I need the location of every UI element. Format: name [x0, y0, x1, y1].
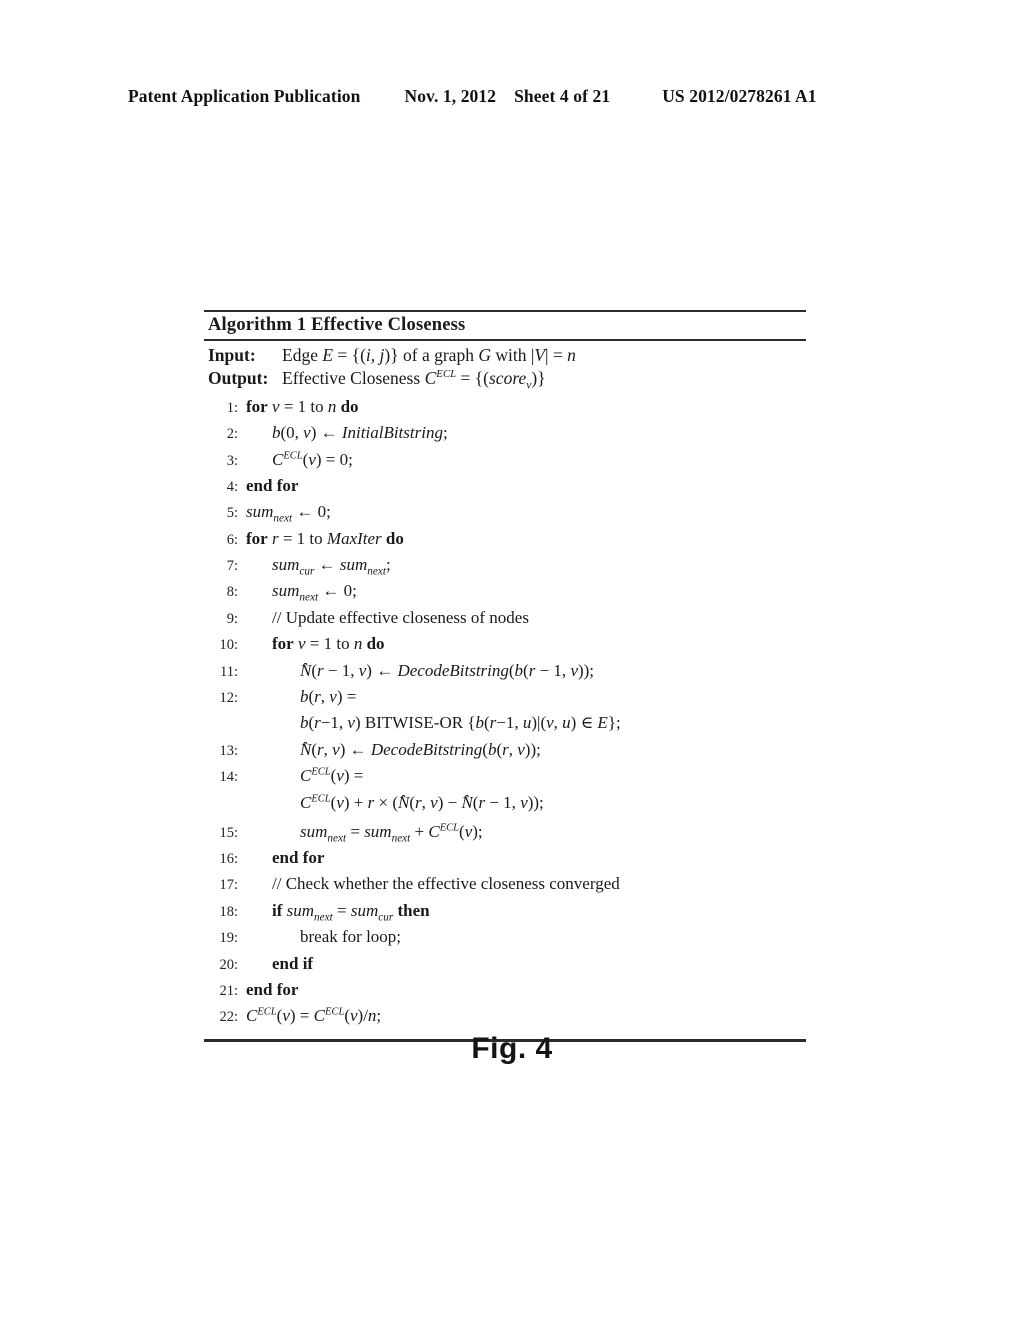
algorithm-step-2: 2 b(0, v) ← InitialBitstring;: [204, 424, 806, 450]
algorithm-output-line: Output: Effective Closeness CECL = {(scor…: [208, 367, 806, 394]
algorithm-step-10: 10 for v = 1 to n do: [204, 635, 806, 661]
algorithm-input-label: Input:: [208, 344, 256, 365]
line-code: for r = 1 to MaxIter do: [246, 528, 404, 548]
algorithm-step-12: 12 b(r, v) =: [204, 688, 806, 714]
algorithm-step-20: 20 end if: [204, 955, 806, 981]
line-number: 6: [204, 533, 243, 548]
line-code: end for: [272, 847, 325, 867]
line-code: for v = 1 to n do: [246, 396, 359, 416]
line-code: sumcur ← sumnext;: [272, 555, 391, 578]
line-code: b(0, v) ← InitialBitstring;: [272, 423, 448, 443]
line-number: 16: [204, 852, 243, 867]
line-number: 22: [204, 1010, 243, 1025]
algorithm-step-16: 16 end for: [204, 849, 806, 875]
line-code: N(r, v) ← DecodeBitstring(b(r, v));: [243, 741, 806, 758]
line-number: 17: [204, 878, 243, 893]
line-code: b(r−1, v) BITWISE-OR {b(r−1, u)|(v, u) ∈…: [300, 713, 621, 733]
algorithm-step-15: 15 sumnext = sumnext + CECL(v);: [204, 821, 806, 849]
header-publication-label: Patent Application Publication: [128, 86, 361, 106]
algorithm-step-14-continuation: CECL(v) + r × (N(r, v) − N(r − 1, v));: [204, 793, 806, 823]
algorithm-title: Algorithm 1 Effective Closeness: [204, 312, 806, 339]
algorithm-step-7: 7 sumcur ← sumnext;: [204, 556, 806, 582]
line-code: CECL(v) =: [300, 766, 364, 786]
line-code: N(r − 1, v) ← DecodeBitstring(b(r − 1, v…: [243, 662, 806, 679]
header-sheet-number: Sheet 4 of 21: [514, 86, 611, 106]
line-code: CECL(v) = CECL(v)/n;: [246, 1006, 382, 1026]
line-code: // Update effective closeness of nodes: [272, 607, 529, 627]
line-number: 21: [204, 984, 243, 999]
line-number: 8: [204, 585, 243, 600]
algorithm-step-1: 1 for v = 1 to n do: [204, 398, 806, 424]
algorithm-step-12-continuation: b(r−1, v) BITWISE-OR {b(r−1, u)|(v, u) ∈…: [204, 714, 806, 740]
line-number: 10: [204, 638, 243, 653]
line-number: 12: [204, 691, 243, 706]
line-number: 14: [204, 770, 243, 785]
line-number: 2: [204, 427, 243, 442]
header-date: Nov. 1, 2012: [404, 86, 497, 106]
line-code: sumnext ← 0;: [246, 502, 331, 525]
algorithm-output-label: Output:: [208, 368, 269, 388]
algorithm-block: Algorithm 1 Effective Closeness Input: Ed…: [204, 310, 806, 1042]
line-number: 4: [204, 480, 243, 495]
line-code: sumnext ← 0;: [272, 581, 357, 604]
algorithm-step-6: 6 for r = 1 to MaxIter do: [204, 530, 806, 556]
line-code: CECL(v) = 0;: [272, 449, 353, 469]
algorithm-step-13: 13 N(r, v) ← DecodeBitstring(b(r, v));: [204, 741, 806, 767]
line-number: 15: [204, 826, 243, 841]
algorithm-step-19: 19 break for loop;: [204, 928, 806, 954]
algorithm-step-3: 3 CECL(v) = 0;: [204, 449, 806, 477]
line-number: 7: [204, 559, 243, 574]
line-code: break for loop;: [300, 927, 402, 947]
algorithm-step-14: 14 CECL(v) =: [204, 767, 806, 793]
algorithm-output-text: Effective Closeness CECL = {(scorev)}: [282, 368, 546, 392]
algorithm-step-8: 8 sumnext ← 0;: [204, 582, 806, 608]
line-number: 1: [204, 401, 243, 416]
line-number: 11: [204, 665, 243, 680]
figure-caption: Fig. 4: [471, 1032, 553, 1065]
line-number: 13: [204, 744, 243, 759]
line-code: CECL(v) + r × (N(r, v) − N(r − 1, v));: [243, 793, 806, 810]
line-number: 9: [204, 612, 243, 627]
line-code: sumnext = sumnext + CECL(v);: [300, 821, 483, 844]
algorithm-step-17: 17 // Check whether the effective closen…: [204, 875, 806, 901]
line-code: // Check whether the effective closeness…: [272, 874, 620, 894]
page-header: Patent Application Publication Nov. 1, 2…: [128, 86, 896, 112]
algorithm-step-11: 11 N(r − 1, v) ← DecodeBitstring(b(r − 1…: [204, 662, 806, 688]
line-number: 19: [204, 931, 243, 946]
line-code: end for: [246, 475, 299, 495]
algorithm-title-name: Effective Closeness: [311, 315, 466, 336]
line-code: end for: [246, 979, 299, 999]
algorithm-step-9: 9 // Update effective closeness of nodes: [204, 609, 806, 635]
line-number: 20: [204, 958, 243, 973]
algorithm-title-label: Algorithm 1: [208, 315, 307, 336]
line-code: end if: [272, 953, 314, 973]
algorithm-step-5: 5 sumnext ← 0;: [204, 503, 806, 529]
algorithm-step-21: 21 end for: [204, 981, 806, 1007]
line-code: for v = 1 to n do: [272, 634, 385, 654]
line-code: b(r, v) =: [300, 687, 357, 707]
algorithm-step-18: 18 if sumnext = sumcur then: [204, 902, 806, 928]
algorithm-input-line: Input: Edge E = {(i, j)} of a graph G wit…: [208, 344, 806, 367]
line-number: 5: [204, 506, 243, 521]
algorithm-step-4: 4 end for: [204, 477, 806, 503]
line-number: 18: [204, 905, 243, 920]
algorithm-input-text: Edge E = {(i, j)} of a graph G with |V| …: [282, 344, 576, 365]
algorithm-io-section: Input: Edge E = {(i, j)} of a graph G wit…: [204, 341, 806, 396]
header-patent-number: US 2012/0278261 A1: [662, 86, 817, 106]
algorithm-steps: 1 for v = 1 to n do 2 b(0, v) ← InitialB…: [204, 396, 806, 1040]
line-number: 3: [204, 454, 243, 469]
line-code: if sumnext = sumcur then: [272, 900, 430, 924]
